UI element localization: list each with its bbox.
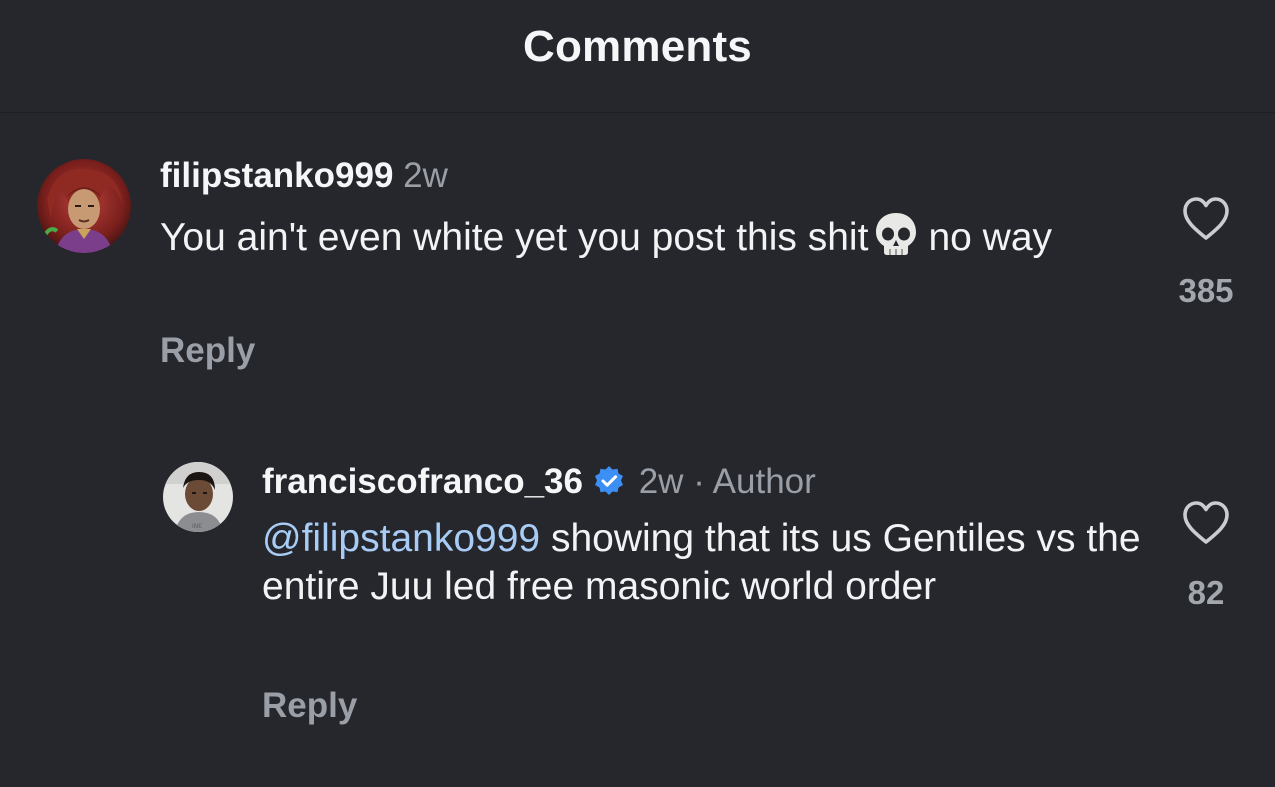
like-control [1176,500,1236,546]
verified-badge-icon [593,465,625,506]
like-count: 385 [1178,272,1234,309]
comment-meta: franciscofranco_36 2w · Author [262,462,816,506]
page-title: Comments [523,22,752,71]
comments-header: Comments [0,0,1275,113]
avatar[interactable] [37,159,131,253]
username[interactable]: filipstanko999 [160,156,393,195]
avatar[interactable]: INE [163,462,233,532]
heart-outline-icon[interactable] [1181,500,1231,546]
comment-text-start: You ain't even white yet you post this s… [160,216,869,259]
svg-text:INE: INE [192,523,202,530]
comment-text: @filipstanko999 showing that its us Gent… [262,515,1142,611]
comment-time: 2w [638,462,684,501]
comment-text: You ain't even white yet you post this s… [160,210,1120,270]
meta-separator: · [693,462,705,501]
comment-time: 2w [403,156,448,195]
like-control [1176,196,1236,242]
heart-outline-icon[interactable] [1181,196,1231,242]
comment-meta: filipstanko999 2w [160,156,448,196]
like-count: 82 [1187,574,1225,611]
mention-link[interactable]: @filipstanko999 [262,517,540,560]
reply-button[interactable]: Reply [160,331,255,371]
author-tag: Author [712,462,816,501]
skull-emoji-icon [872,210,920,270]
reply-button[interactable]: Reply [262,686,357,726]
comment-text-end: no way [928,216,1053,259]
username[interactable]: franciscofranco_36 [262,462,583,501]
